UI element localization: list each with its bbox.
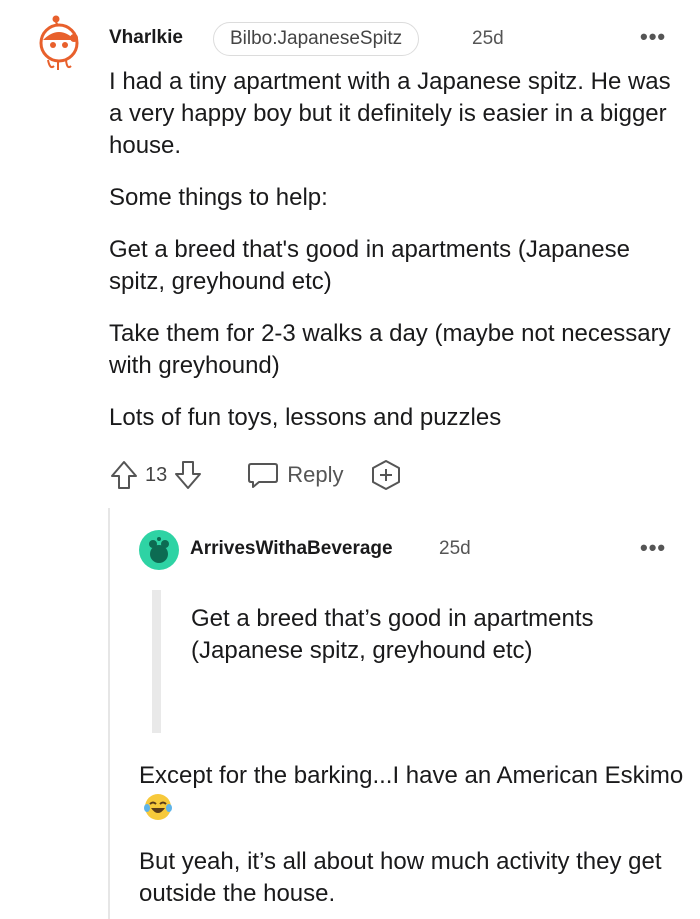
speech-bubble-icon <box>248 463 279 488</box>
comment-paragraph: I had a tiny apartment with a Japanese s… <box>109 68 671 159</box>
comment-author[interactable]: Vharlkie <box>109 27 183 49</box>
comment-age: 25d <box>472 28 504 49</box>
reply-author[interactable]: ArrivesWithaBeverage <box>190 538 393 560</box>
snoo-avatar-icon[interactable] <box>36 14 84 72</box>
user-flair: Bilbo:JapaneseSpitz <box>213 22 420 56</box>
reply-paragraph: Except for the barking...I have an Ameri… <box>139 760 684 826</box>
reply-button[interactable]: Reply <box>247 460 344 490</box>
blockquote: Get a breed that’s good in apartments (J… <box>191 605 594 664</box>
award-button[interactable] <box>370 459 402 491</box>
more-options-button[interactable]: ••• <box>640 535 666 561</box>
reply-age: 25d <box>439 538 471 559</box>
reply-paragraph: But yeah, it’s all about how much activi… <box>139 848 662 907</box>
comment-paragraph: Take them for 2-3 walks a day (maybe not… <box>109 320 671 379</box>
more-options-button[interactable]: ••• <box>640 24 666 50</box>
vote-count: 13 <box>145 463 168 486</box>
snoo-avatar-teal-icon[interactable] <box>139 530 179 570</box>
tears-of-joy-emoji-icon <box>144 794 172 820</box>
comment-paragraph: Lots of fun toys, lessons and puzzles <box>109 404 502 431</box>
reply-body: Except for the barking...I have an Ameri… <box>139 760 684 919</box>
add-award-icon <box>371 460 400 490</box>
reply-label: Reply <box>287 462 344 487</box>
comment-paragraph: Get a breed that's good in apartments (J… <box>109 236 630 295</box>
upvote-arrow-icon[interactable] <box>109 459 139 491</box>
comment-body: I had a tiny apartment with a Japanese s… <box>109 66 679 454</box>
downvote-arrow-icon[interactable] <box>173 459 203 491</box>
comment-paragraph: Some things to help: <box>109 184 328 211</box>
quote-bar <box>152 590 161 733</box>
comment-action-bar: 13 Reply <box>109 455 402 495</box>
thread-line[interactable] <box>108 508 110 919</box>
